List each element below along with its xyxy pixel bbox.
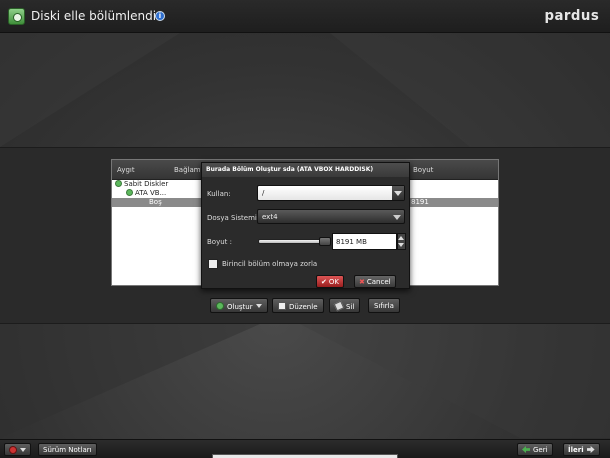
delete-button[interactable]: Sil bbox=[329, 298, 361, 313]
expand-icon[interactable] bbox=[126, 189, 133, 196]
mount-point-combo[interactable]: / bbox=[257, 185, 405, 201]
primary-partition-label[interactable]: Birincil bölüm olmaya zorla bbox=[222, 260, 317, 268]
ok-button[interactable]: ✔ OK bbox=[316, 275, 344, 288]
add-icon bbox=[216, 302, 224, 310]
free-space-label: Boş bbox=[149, 198, 162, 206]
release-notes-button[interactable]: Sürüm Notları bbox=[38, 443, 97, 456]
use-label: Kullan: bbox=[207, 190, 231, 198]
create-button[interactable]: Oluştur bbox=[210, 298, 268, 313]
cancel-button[interactable]: ✖ Cancel bbox=[354, 275, 396, 288]
size-value: 8191 MB bbox=[336, 238, 367, 246]
delete-label: Sil bbox=[346, 303, 355, 311]
next-button[interactable]: İleri bbox=[563, 443, 600, 456]
size-label: Boyut : bbox=[207, 238, 232, 246]
pardus-logo: pardus bbox=[544, 8, 600, 24]
primary-partition-checkbox[interactable] bbox=[208, 259, 218, 269]
chevron-down-icon bbox=[20, 448, 26, 452]
expand-icon[interactable] bbox=[115, 180, 122, 187]
progress-tab bbox=[212, 454, 398, 458]
power-icon bbox=[9, 446, 17, 454]
size-input[interactable]: 8191 MB bbox=[332, 233, 397, 250]
next-label: İleri bbox=[568, 446, 584, 454]
edit-label: Düzenle bbox=[289, 303, 318, 311]
chevron-down-icon[interactable] bbox=[392, 186, 404, 200]
increment-icon[interactable] bbox=[398, 234, 405, 241]
reset-button[interactable]: Sıfırla bbox=[368, 298, 400, 313]
ok-label: OK bbox=[328, 278, 339, 286]
filesystem-value: ext4 bbox=[262, 213, 278, 221]
tree-item-hard-disks[interactable]: Sabit Diskler bbox=[115, 180, 168, 189]
close-icon: ✖ bbox=[359, 278, 365, 286]
decrement-icon[interactable] bbox=[398, 242, 405, 249]
size-spinner bbox=[397, 233, 406, 250]
cancel-label: Cancel bbox=[366, 278, 391, 286]
mount-point-value: / bbox=[262, 189, 265, 197]
dialog-title: Burada Bölüm Oluştur sda (ATA VBOX HARDD… bbox=[202, 163, 409, 177]
column-header-device[interactable]: Aygıt bbox=[117, 166, 135, 174]
chevron-down-icon bbox=[393, 215, 401, 220]
arrow-left-icon bbox=[522, 446, 530, 453]
tree-item-disk[interactable]: ATA VB... bbox=[126, 189, 166, 198]
size-slider-handle[interactable] bbox=[319, 237, 331, 246]
chevron-down-icon bbox=[255, 304, 262, 308]
title-bar: Diski elle bölümlendir i pardus bbox=[0, 0, 610, 33]
free-space-size: 8191 bbox=[411, 198, 429, 206]
column-header-mount[interactable]: Bağlam bbox=[174, 166, 201, 174]
edit-button[interactable]: Düzenle bbox=[272, 298, 324, 313]
back-label: Geri bbox=[533, 446, 548, 454]
check-icon: ✔ bbox=[321, 278, 327, 286]
filesystem-select[interactable]: ext4 bbox=[257, 209, 405, 224]
eraser-icon bbox=[333, 300, 345, 312]
reset-label: Sıfırla bbox=[374, 302, 394, 310]
help-icon[interactable]: i bbox=[155, 11, 165, 21]
release-notes-label: Sürüm Notları bbox=[43, 446, 92, 454]
create-label: Oluştur bbox=[227, 303, 253, 311]
arrow-right-icon bbox=[586, 446, 595, 453]
page-title: Diski elle bölümlendir bbox=[31, 9, 161, 23]
tree-item-label: ATA VB... bbox=[135, 189, 167, 197]
tree-item-label: Sabit Diskler bbox=[124, 180, 169, 188]
filesystem-label: Dosya Sistemi: bbox=[207, 214, 260, 222]
back-button[interactable]: Geri bbox=[517, 443, 553, 456]
edit-icon bbox=[278, 302, 286, 310]
power-menu-button[interactable] bbox=[4, 443, 31, 456]
create-partition-dialog: Burada Bölüm Oluştur sda (ATA VBOX HARDD… bbox=[201, 162, 410, 289]
disk-partition-app-icon bbox=[8, 8, 25, 25]
column-header-size[interactable]: Boyut bbox=[413, 166, 433, 174]
